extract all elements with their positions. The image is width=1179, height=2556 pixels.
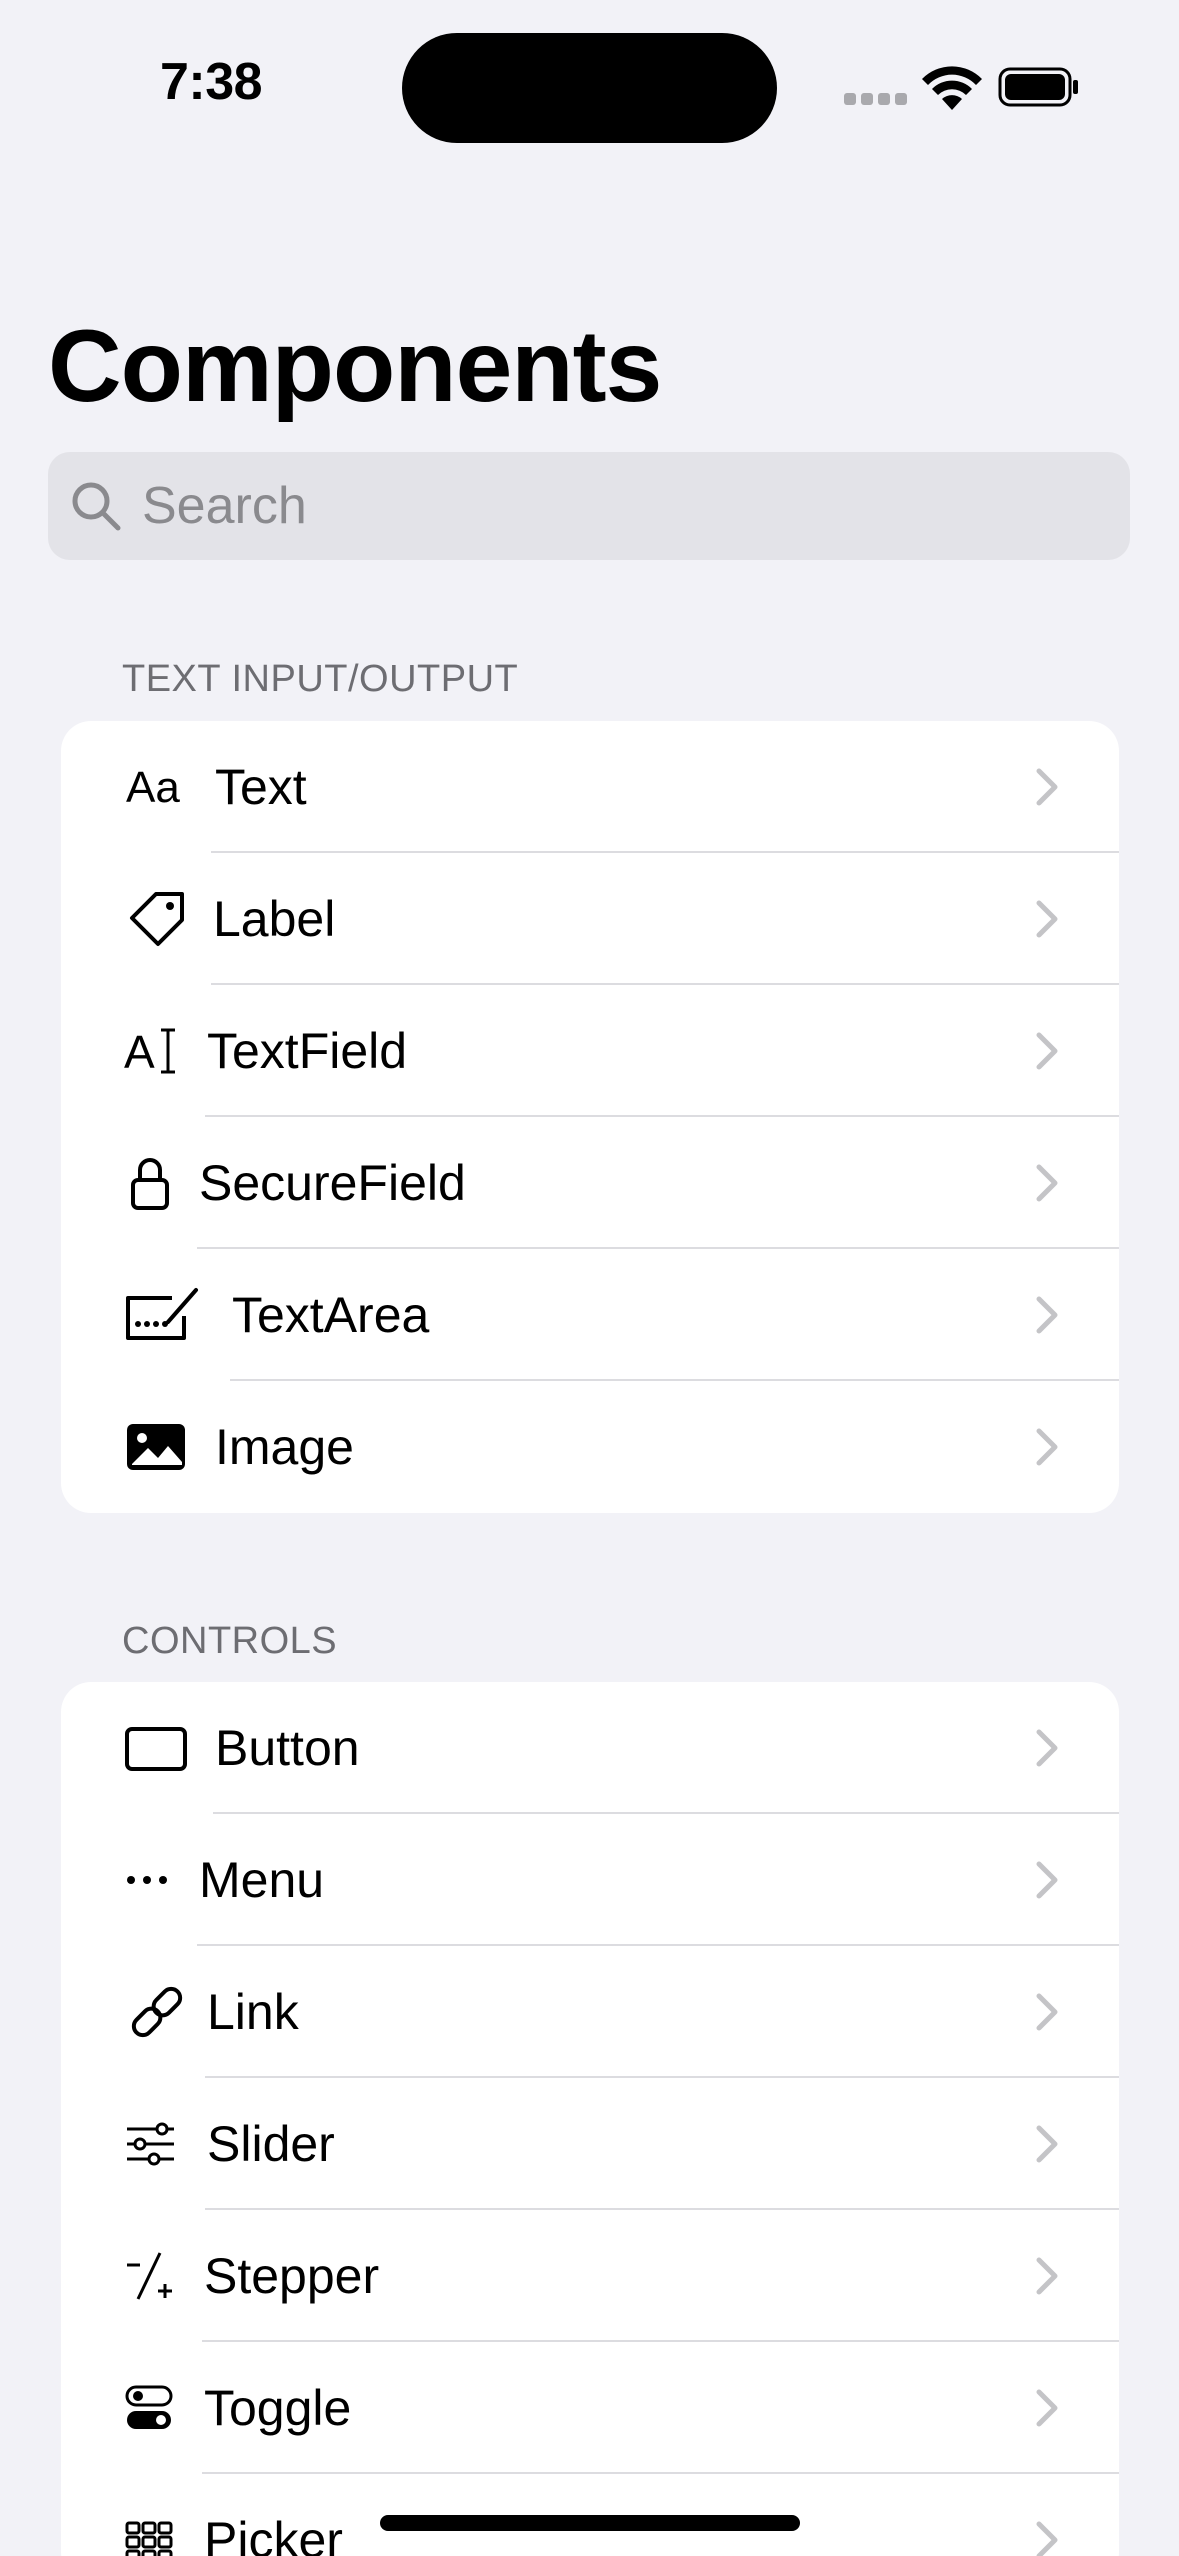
list-item-label: Text [215, 759, 307, 815]
list-item-label: Slider [207, 2116, 335, 2172]
list-item-stepper[interactable]: Stepper [61, 2210, 1119, 2342]
ellipsis-icon [124, 1847, 190, 1913]
dynamic-island [402, 33, 777, 143]
list-item-textarea[interactable]: TextArea [61, 1249, 1119, 1381]
list-item-label: TextField [207, 1023, 408, 1079]
tag-icon [124, 886, 190, 952]
list-item-button[interactable]: Button [61, 1682, 1119, 1814]
chevron-right-icon [1036, 900, 1058, 938]
list-item-label: Stepper [204, 2248, 380, 2304]
list-item-toggle[interactable]: Toggle [61, 2342, 1119, 2474]
list-item-label: Label [213, 891, 336, 947]
cellular-signal-icon [844, 93, 907, 105]
list-item-label: TextArea [232, 1287, 430, 1343]
slider-icon [124, 2111, 190, 2177]
section-card-controls: Button Menu Link Slider Stepper Toggle P… [61, 1682, 1119, 2556]
list-item-label: Button [215, 1720, 360, 1776]
chevron-right-icon [1036, 1993, 1058, 2031]
search-input[interactable] [142, 476, 1042, 536]
list-item-textfield[interactable]: A TextField [61, 985, 1119, 1117]
chevron-right-icon [1036, 1428, 1058, 1466]
status-time: 7:38 [160, 53, 263, 111]
chevron-right-icon [1036, 2125, 1058, 2163]
section-card-text-input-output: Aa Text Label A TextField SecureField Te… [61, 721, 1119, 1513]
list-item-image[interactable]: Image [61, 1381, 1119, 1513]
list-item-slider[interactable]: Slider [61, 2078, 1119, 2210]
search-bar[interactable] [48, 452, 1130, 560]
section-header-text-input-output: TEXT INPUT/OUTPUT [122, 658, 519, 700]
rectangle-icon [124, 1715, 190, 1781]
textformat-icon: Aa [124, 754, 190, 820]
list-item-label[interactable]: Label [61, 853, 1119, 985]
list-item-link[interactable]: Link [61, 1946, 1119, 2078]
status-bar: 7:38 [0, 0, 1179, 170]
chevron-right-icon [1036, 2257, 1058, 2295]
wifi-icon [922, 66, 982, 110]
lock-icon [124, 1150, 190, 1216]
signature-icon [124, 1282, 200, 1348]
chevron-right-icon [1036, 2389, 1058, 2427]
svg-text:Aa: Aa [126, 763, 180, 812]
battery-icon [998, 67, 1078, 107]
chevron-right-icon [1036, 2521, 1058, 2556]
chevron-right-icon [1036, 1729, 1058, 1767]
list-item-label: Menu [199, 1852, 325, 1908]
photo-icon [124, 1414, 190, 1480]
search-icon [72, 482, 121, 531]
list-item-label: Link [207, 1984, 299, 2040]
list-item-label: SecureField [199, 1155, 466, 1211]
chevron-right-icon [1036, 1861, 1058, 1899]
section-header-controls: CONTROLS [122, 1620, 338, 1662]
switch-icon [124, 2375, 190, 2441]
list-item-label: Image [215, 1419, 354, 1475]
chevron-right-icon [1036, 1296, 1058, 1334]
list-item-menu[interactable]: Menu [61, 1814, 1119, 1946]
home-indicator[interactable] [380, 2515, 800, 2531]
link-icon [124, 1979, 190, 2045]
svg-text:A: A [124, 1026, 155, 1078]
list-item-label: Toggle [204, 2380, 352, 2436]
page-title: Components [48, 309, 662, 423]
chevron-right-icon [1036, 1164, 1058, 1202]
list-item-securefield[interactable]: SecureField [61, 1117, 1119, 1249]
list-item-text[interactable]: Aa Text [61, 721, 1119, 853]
list-item-label: Picker [204, 2512, 343, 2556]
grid-icon [124, 2507, 190, 2556]
chevron-right-icon [1036, 768, 1058, 806]
textfield-icon: A [124, 1018, 190, 1084]
chevron-right-icon [1036, 1032, 1058, 1070]
plus-slash-minus-icon [124, 2243, 190, 2309]
